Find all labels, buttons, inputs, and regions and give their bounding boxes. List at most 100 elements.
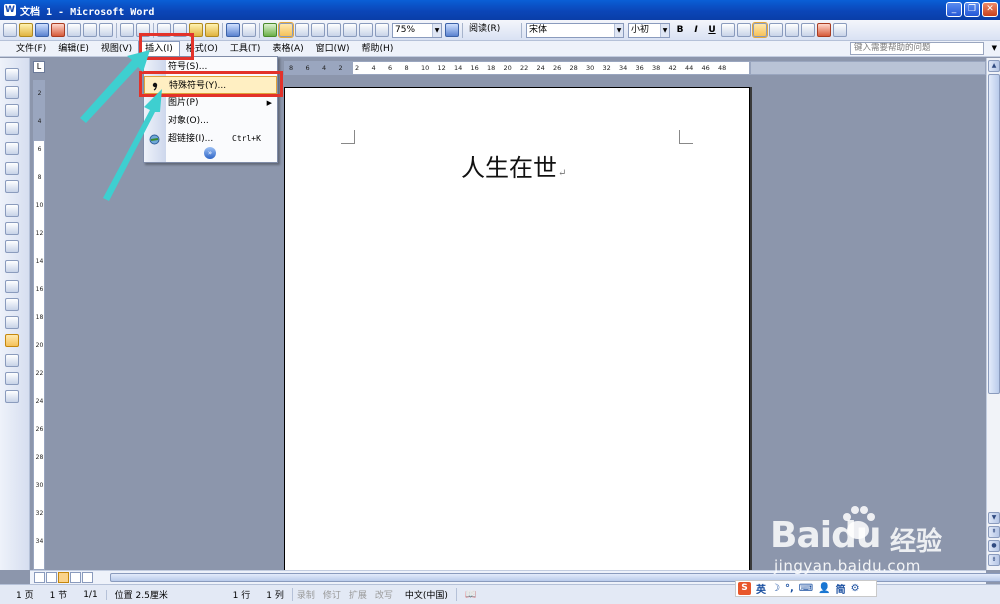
status-language: 中文(中国) xyxy=(397,588,457,601)
vertical-scrollbar[interactable]: ▲ ▼ ⇞ ● ⇟ xyxy=(986,58,1000,570)
ime-user-icon[interactable]: 👤 xyxy=(818,583,830,594)
char-shading-icon[interactable] xyxy=(737,23,751,37)
horizontal-ruler[interactable]: 8 6 4 2 2 4 6 8 10 12 14 16 18 20 22 24 26 28 30 32 34 36 38 42… xyxy=(284,61,750,75)
char-border-icon[interactable] xyxy=(721,23,735,37)
status-record[interactable]: 录制 xyxy=(293,588,319,601)
vertical-scroll-thumb[interactable] xyxy=(988,74,1000,394)
autoformat-icon[interactable] xyxy=(5,316,19,329)
ruler-tick: 22 xyxy=(35,370,44,377)
permission-icon[interactable] xyxy=(51,23,65,37)
outside-border-icon[interactable] xyxy=(5,162,19,175)
autosum-icon[interactable] xyxy=(5,390,19,403)
reading-view-button[interactable] xyxy=(82,572,93,583)
font-color-icon[interactable] xyxy=(817,23,831,37)
save-icon[interactable] xyxy=(35,23,49,37)
tab-selector[interactable]: L xyxy=(33,61,45,73)
status-section: 1 节 xyxy=(49,591,68,601)
insert-excel-icon[interactable] xyxy=(311,23,325,37)
ime-moon-icon[interactable]: ☽ xyxy=(771,583,780,594)
spelling-icon[interactable] xyxy=(120,23,134,37)
vertical-ruler[interactable]: 2 4 6 8 10 12 14 16 18 20 22 24 26 28 30 32 34 xyxy=(33,80,45,570)
phonetic-guide-icon[interactable] xyxy=(833,23,847,37)
ime-settings-icon[interactable]: ⚙ xyxy=(851,583,860,594)
document-text[interactable]: 人生在世↵ xyxy=(461,148,566,183)
draw-table-icon[interactable] xyxy=(5,86,19,99)
shading-color-icon[interactable] xyxy=(5,180,19,193)
menu-view[interactable]: 视图(V) xyxy=(95,42,138,56)
scroll-up-button[interactable]: ▲ xyxy=(988,60,1000,72)
new-document-icon[interactable] xyxy=(3,23,17,37)
insert-hyperlink-icon[interactable] xyxy=(263,23,277,37)
underline-button[interactable]: U xyxy=(705,25,719,35)
menu-tools[interactable]: 工具(T) xyxy=(224,42,267,56)
merge-cells-icon[interactable] xyxy=(5,222,19,235)
split-cells-icon[interactable] xyxy=(5,240,19,253)
document-page[interactable]: 人生在世↵ xyxy=(284,87,750,577)
bullets-icon[interactable] xyxy=(785,23,799,37)
line-style-icon[interactable] xyxy=(5,104,19,117)
web-view-button[interactable] xyxy=(46,572,57,583)
normal-view-button[interactable] xyxy=(34,572,45,583)
menu-help[interactable]: 帮助(H) xyxy=(356,42,400,56)
numbering-icon[interactable] xyxy=(769,23,783,37)
spelling-status-icon[interactable]: 📖 xyxy=(457,590,484,600)
sort-ascending-icon[interactable] xyxy=(5,354,19,367)
zoom-select[interactable]: 75% ▼ xyxy=(392,22,442,38)
crop-mark-top-left xyxy=(341,130,355,144)
indent-icon[interactable] xyxy=(801,23,815,37)
format-painter-icon[interactable] xyxy=(205,23,219,37)
minimize-button[interactable]: _ xyxy=(946,2,962,17)
status-extend[interactable]: 扩展 xyxy=(345,588,371,601)
menu-file[interactable]: 文件(F) xyxy=(10,42,52,56)
print-view-button[interactable] xyxy=(58,572,69,583)
open-folder-icon[interactable] xyxy=(19,23,33,37)
menu-item-hyperlink[interactable]: 超链接(I)... Ctrl+K xyxy=(144,130,277,148)
sort-descending-icon[interactable] xyxy=(5,372,19,385)
sogou-ime-icon[interactable]: S xyxy=(738,582,751,595)
align-center-icon[interactable] xyxy=(752,22,768,38)
italic-button[interactable]: I xyxy=(689,25,703,35)
undo-icon[interactable] xyxy=(226,23,240,37)
distribute-columns-icon[interactable] xyxy=(5,298,19,311)
close-button[interactable]: ✕ xyxy=(982,2,998,17)
font-size-select[interactable]: 小初 ▼ xyxy=(628,22,670,38)
read-button[interactable]: 阅读(R) xyxy=(467,23,517,38)
insert-table-side-icon[interactable] xyxy=(5,204,19,217)
print-icon[interactable] xyxy=(83,23,97,37)
outline-view-button[interactable] xyxy=(70,572,81,583)
frame-icon[interactable] xyxy=(5,68,19,81)
columns-icon[interactable] xyxy=(327,23,341,37)
align-cell-icon[interactable] xyxy=(5,260,19,273)
redo-icon[interactable] xyxy=(242,23,256,37)
border-color-icon[interactable] xyxy=(5,142,19,155)
show-hide-icon[interactable] xyxy=(375,23,389,37)
distribute-rows-icon[interactable] xyxy=(5,280,19,293)
word-app-icon[interactable]: W xyxy=(4,4,16,16)
menu-edit[interactable]: 编辑(E) xyxy=(52,42,95,56)
document-map-icon[interactable] xyxy=(359,23,373,37)
ruler-tick: 12 xyxy=(35,230,44,237)
status-overtype[interactable]: 改写 xyxy=(371,588,397,601)
email-icon[interactable] xyxy=(67,23,81,37)
ime-keyboard-icon[interactable]: ⌨ xyxy=(799,583,813,594)
line-weight-icon[interactable] xyxy=(5,122,19,135)
help-dropdown-icon[interactable]: ▼ xyxy=(992,42,997,55)
insert-table-icon[interactable] xyxy=(295,23,309,37)
menu-item-object[interactable]: 对象(O)... xyxy=(144,112,277,130)
print-preview-icon[interactable] xyxy=(99,23,113,37)
tables-borders-icon[interactable] xyxy=(278,22,294,38)
menu-table[interactable]: 表格(A) xyxy=(266,42,309,56)
menu-window[interactable]: 窗口(W) xyxy=(310,42,356,56)
ime-punctuation-icon[interactable]: °, xyxy=(785,583,794,594)
ime-simplified-toggle[interactable]: 简 xyxy=(836,581,846,596)
expand-menu-icon[interactable]: » xyxy=(204,147,216,159)
restore-button[interactable]: ❐ xyxy=(964,2,980,17)
table-grid-icon[interactable] xyxy=(5,334,19,347)
bold-button[interactable]: B xyxy=(673,25,687,35)
ime-language-toggle[interactable]: 英 xyxy=(756,581,766,596)
help-icon[interactable] xyxy=(445,23,459,37)
status-track[interactable]: 修订 xyxy=(319,588,345,601)
help-search-input[interactable]: 键入需要帮助的问题 xyxy=(850,42,984,55)
drawing-icon[interactable] xyxy=(343,23,357,37)
font-name-select[interactable]: 宋体 ▼ xyxy=(526,22,624,38)
